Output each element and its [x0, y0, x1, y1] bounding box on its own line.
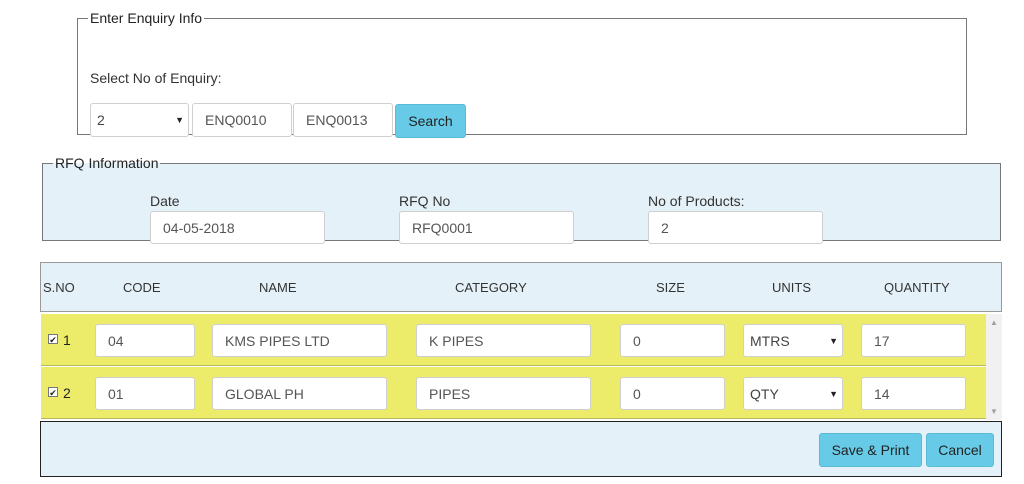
products-label: No of Products:	[648, 193, 745, 209]
size-input[interactable]: 0	[620, 324, 725, 357]
header-units: UNITS	[772, 280, 811, 295]
quantity-input[interactable]: 17	[861, 324, 966, 357]
code-input[interactable]: 04	[95, 324, 195, 357]
category-input[interactable]: K PIPES	[416, 324, 591, 357]
search-button[interactable]: Search	[395, 104, 466, 138]
date-label: Date	[150, 193, 180, 209]
rfq-fieldset: RFQ Information Date 04-05-2018 RFQ No R…	[42, 155, 1001, 244]
rfq-no-label: RFQ No	[399, 193, 451, 209]
header-sno: S.NO	[43, 280, 75, 295]
enquiry-count-label: Select No of Enquiry:	[90, 70, 222, 86]
name-input[interactable]: GLOBAL PH	[212, 377, 387, 410]
enquiry-from-input[interactable]: ENQ0010	[192, 103, 292, 137]
chevron-down-icon: ▼	[175, 115, 184, 125]
units-select[interactable]: QTY ▼	[743, 377, 843, 410]
scroll-down-icon[interactable]: ▼	[990, 407, 998, 416]
products-field[interactable]: 2	[648, 211, 823, 244]
row-checkbox[interactable]: ✔	[48, 387, 58, 398]
units-select[interactable]: MTRS ▼	[743, 324, 843, 357]
action-bar: Save & Print Cancel	[40, 421, 1002, 477]
rfq-no-field[interactable]: RFQ0001	[399, 211, 574, 244]
header-category: CATEGORY	[455, 280, 527, 295]
cancel-button[interactable]: Cancel	[926, 433, 994, 467]
rfq-legend: RFQ Information	[55, 155, 159, 171]
units-value: QTY	[750, 385, 779, 402]
chevron-down-icon: ▼	[829, 335, 838, 346]
scroll-up-icon[interactable]: ▲	[990, 318, 998, 327]
size-input[interactable]: 0	[620, 377, 725, 410]
name-input[interactable]: KMS PIPES LTD	[212, 324, 387, 357]
date-field[interactable]: 04-05-2018	[150, 211, 325, 244]
units-value: MTRS	[750, 332, 790, 349]
table-row: ✔ 2 01 GLOBAL PH PIPES 0 QTY ▼ 14	[41, 367, 986, 419]
header-size: SIZE	[656, 280, 685, 295]
enquiry-to-input[interactable]: ENQ0013	[293, 103, 393, 137]
header-code: CODE	[123, 280, 161, 295]
code-input[interactable]: 01	[95, 377, 195, 410]
table-header: S.NO CODE NAME CATEGORY SIZE UNITS QUANT…	[40, 262, 1002, 312]
enquiry-count-select[interactable]: 2 ▼	[90, 103, 189, 137]
enquiry-count-value: 2	[97, 112, 105, 128]
quantity-input[interactable]: 14	[861, 377, 966, 410]
header-name: NAME	[259, 280, 297, 295]
header-quantity: QUANTITY	[884, 280, 950, 295]
row-sno: 2	[63, 385, 71, 401]
row-sno: 1	[63, 332, 71, 348]
category-input[interactable]: PIPES	[416, 377, 591, 410]
chevron-down-icon: ▼	[829, 388, 838, 399]
enquiry-legend: Enter Enquiry Info	[90, 10, 203, 26]
table-scrollbar[interactable]: ▲ ▼	[986, 314, 1002, 420]
save-print-button[interactable]: Save & Print	[819, 433, 922, 467]
row-checkbox[interactable]: ✔	[48, 334, 58, 345]
enquiry-fieldset: Enter Enquiry Info Select No of Enquiry:…	[77, 10, 967, 138]
table-row: ✔ 1 04 KMS PIPES LTD K PIPES 0 MTRS ▼ 17	[41, 314, 986, 366]
